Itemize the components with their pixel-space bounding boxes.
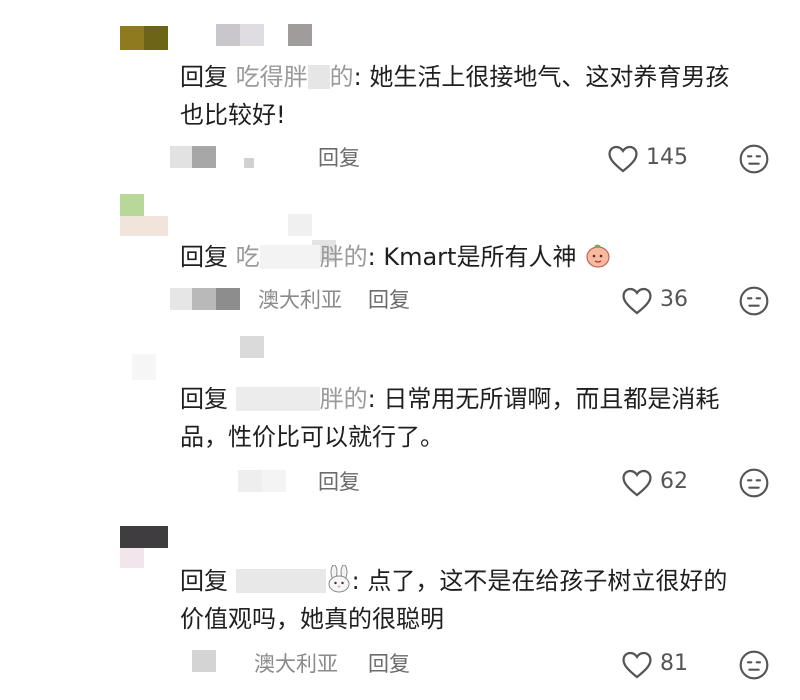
comment-body-line1: : 点了，这不是在给孩子树立很好的 [351, 567, 728, 595]
heart-outline-icon[interactable] [620, 284, 654, 318]
avatar[interactable] [120, 26, 168, 50]
reply-target-tail: 的 [329, 63, 354, 91]
comment-body-line1: : 日常用无所谓啊，而且都是消耗 [367, 385, 720, 413]
reply-button[interactable]: 回复 [368, 280, 410, 320]
smiley-face-icon[interactable] [738, 285, 770, 317]
reply-button[interactable]: 回复 [318, 462, 360, 502]
avatar[interactable] [120, 354, 168, 380]
avatar[interactable] [120, 526, 168, 568]
comment-text: 回复 吃 胖的: Kmart是所有人神 [180, 238, 770, 276]
comment-body-line1: : 她生活上很接地气、这对养育男孩 [353, 63, 730, 91]
smiley-face-icon[interactable] [738, 143, 770, 175]
reply-keyword: 回复 [180, 63, 228, 91]
reply-button[interactable]: 回复 [368, 644, 410, 684]
heart-outline-icon[interactable] [620, 466, 654, 500]
reply-target[interactable]: 吃得胖 [236, 63, 308, 91]
comment-body-line1: : Kmart是所有人神 [367, 243, 577, 271]
redaction-block [307, 65, 330, 89]
heart-outline-icon[interactable] [620, 648, 654, 682]
comment-meta: 回复 62 [0, 462, 800, 502]
comment-meta: 澳大利亚 回复 81 [0, 644, 800, 684]
reply-target-tail: 胖的 [319, 243, 368, 271]
reply-keyword: 回复 [180, 243, 228, 271]
location-label: 澳大利亚 [258, 288, 342, 312]
smiley-face-icon[interactable] [738, 467, 770, 499]
avatar[interactable] [120, 194, 168, 236]
comment-text: 回复 吃得胖 的: 她生活上很接地气、这对养育男孩 也比较好! [180, 58, 770, 134]
redaction-block [235, 387, 320, 411]
comment-meta: 回复 145 [0, 138, 800, 178]
comment-text: 回复 胖的: 日常用无所谓啊，而且都是消耗 品，性价比可以就行了。 [180, 380, 770, 456]
like-count: 145 [646, 145, 688, 170]
smiley-face-icon[interactable] [738, 649, 770, 681]
reply-button[interactable]: 回复 [318, 138, 360, 178]
reply-target[interactable]: 吃 [236, 243, 260, 271]
bunny-emoji [328, 565, 350, 593]
peach-face-emoji [586, 244, 610, 268]
comment-meta: 澳大利亚 回复 36 [0, 280, 800, 320]
like-count: 36 [660, 287, 688, 312]
comment-body-line2: 价值观吗，她真的很聪明 [180, 605, 444, 633]
comment-body-line2: 也比较好! [180, 101, 286, 129]
heart-outline-icon[interactable] [606, 142, 640, 176]
comment-text: 回复 : 点了，这不是在给孩子树立很好的 价值观吗，她真的很聪明 [180, 562, 770, 638]
like-count: 62 [660, 469, 688, 494]
reply-keyword: 回复 [180, 385, 228, 413]
reply-keyword: 回复 [180, 567, 228, 595]
redaction-block [259, 245, 320, 269]
location-label: 澳大利亚 [254, 652, 338, 676]
redaction-block [235, 569, 326, 593]
comment-body-line2: 品，性价比可以就行了。 [180, 423, 444, 451]
reply-target-tail: 胖的 [319, 385, 368, 413]
like-count: 81 [660, 651, 688, 676]
